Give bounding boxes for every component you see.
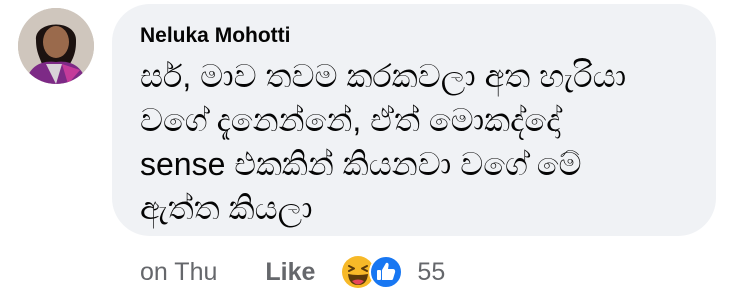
comment-author[interactable]: Neluka Mohotti: [140, 24, 291, 48]
avatar[interactable]: [18, 8, 94, 84]
profile-photo: [18, 8, 94, 84]
comment-line: sense එකකින් කියනවා වගේ මේ: [140, 146, 582, 182]
comment-actions: on Thu Like 55: [140, 252, 445, 292]
reaction-count: 55: [417, 257, 446, 286]
comment-text: සර්, මාව තවම කරකවලා අත හැරියා වගේ දැනෙන්…: [140, 54, 700, 230]
comment-line: සර්, මාව තවම කරකවලා අත හැරියා: [140, 58, 627, 94]
comment-line: වගේ දැනෙන්නේ, ඒත් මොකද්දෝ: [140, 102, 561, 138]
reactions-summary[interactable]: 55: [341, 255, 445, 289]
comment-line: ඇත්ත කියලා: [140, 190, 313, 226]
like-button[interactable]: Like: [265, 258, 315, 287]
comment-timestamp[interactable]: on Thu: [140, 258, 217, 287]
thumbs-up-icon: [369, 255, 404, 289]
